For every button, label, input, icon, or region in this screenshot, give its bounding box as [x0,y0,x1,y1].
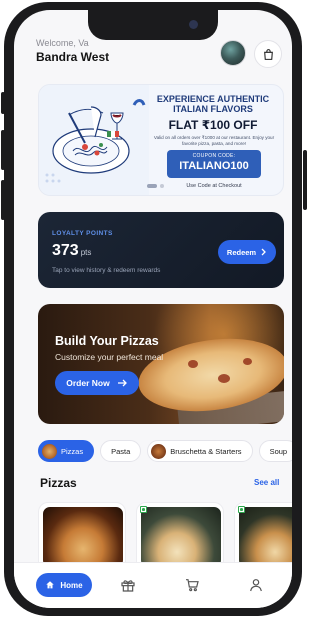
loyalty-hint: Tap to view history & redeem rewards [52,267,161,274]
volume-down-button [1,180,5,220]
home-icon [46,581,55,589]
veg-indicator-icon [140,506,147,513]
pasta-plate-illustration [39,85,149,195]
category-chips: Pizzas Pasta Bruschetta & Starters Soup [38,440,292,462]
pizza-thumb-icon [42,443,57,459]
loyalty-card[interactable]: LOYALTY POINTS 373 pts Tap to view histor… [38,212,284,288]
app-screen: Welcome, Va Bandra West EXPERIENCE AUTHE… [14,10,292,608]
product-image [141,507,221,567]
points-value: 373 [52,242,79,259]
welcome-text: Welcome, Va [36,38,89,48]
coupon-code: ITALIANO100 [179,160,249,172]
bottom-nav: Home [14,562,292,608]
redeem-label: Redeem [226,247,257,257]
location-label[interactable]: Bandra West [36,50,109,64]
category-chip-pizzas[interactable]: Pizzas [38,440,95,462]
hero-title: Build Your Pizzas [55,334,159,348]
coupon-label: COUPON CODE: [192,153,236,159]
category-label: Pizzas [61,446,84,456]
silent-switch [1,92,5,114]
order-now-button[interactable]: Order Now [55,371,139,395]
carousel-dot [160,184,164,188]
cart-icon[interactable] [184,577,200,593]
promo-footer: Use Code at Checkout [186,183,242,189]
redeem-button[interactable]: Redeem [218,240,276,264]
promo-banner[interactable]: EXPERIENCE AUTHENTIC ITALIAN FLAVORS FLA… [38,84,284,196]
product-image [43,507,123,567]
promo-details: Valid on all orders over ₹1000 at our re… [153,135,275,146]
promo-offer: FLAT ₹100 OFF [168,118,258,132]
volume-up-button [1,130,5,170]
bruschetta-thumb-icon [151,443,167,459]
chevron-right-icon [261,248,267,256]
see-all-link[interactable]: See all [254,478,279,487]
category-label: Soup [269,446,288,456]
avatar[interactable] [220,40,246,66]
power-button [303,150,307,210]
section-title: Pizzas [40,476,77,490]
nav-home-button[interactable]: Home [36,573,92,597]
profile-icon[interactable] [248,577,264,593]
phone-frame: Welcome, Va Bandra West EXPERIENCE AUTHE… [4,2,302,616]
coupon-box[interactable]: COUPON CODE: ITALIANO100 [167,150,261,178]
notch [88,10,218,40]
carousel-indicator [147,184,164,188]
gift-icon[interactable] [120,577,136,593]
carousel-dot-active [147,184,157,188]
loyalty-title: LOYALTY POINTS [52,230,113,237]
category-chip-pasta[interactable]: Pasta [100,440,142,462]
build-pizza-banner[interactable]: Build Your Pizzas Customize your perfect… [38,304,284,424]
category-label: Bruschetta & Starters [170,446,242,456]
promo-headline: EXPERIENCE AUTHENTIC ITALIAN FLAVORS [156,94,270,114]
veg-indicator-icon [238,506,245,513]
loyalty-points: 373 pts [52,242,91,260]
category-chip-soup[interactable]: Soup [258,440,292,462]
hero-subtitle: Customize your perfect meal [55,352,164,362]
nav-home-label: Home [60,580,83,590]
category-label: Pasta [111,446,131,456]
arrow-right-icon [117,379,127,387]
shopping-bag-icon [263,48,273,60]
category-chip-bruschetta[interactable]: Bruschetta & Starters [147,440,253,462]
order-now-label: Order Now [66,378,110,388]
product-image [239,507,292,567]
shopping-bag-button[interactable] [254,40,282,68]
points-unit: pts [80,248,92,257]
